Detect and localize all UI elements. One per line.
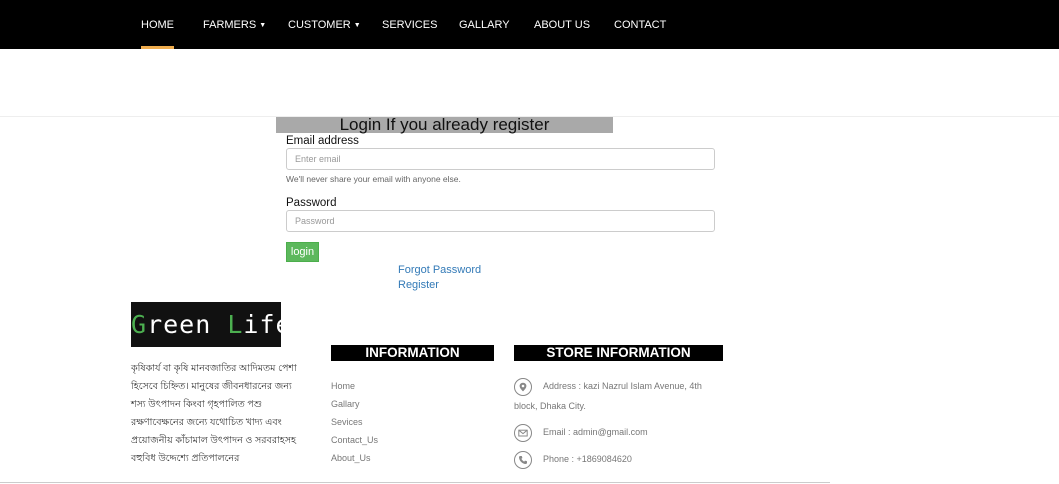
phone-icon [514,451,532,469]
brand-text-ife: ife [243,310,292,339]
password-field[interactable] [286,210,715,232]
nav-customer-label: CUSTOMER [288,19,351,31]
nav-about-us[interactable]: ABOUT US [534,0,590,49]
nav-contact-label: CONTACT [614,19,667,31]
email-help-text: We'll never share your email with anyone… [286,174,461,184]
nav-gallary-label: GALLARY [459,19,510,31]
footer-link-services[interactable]: Sevices [331,413,378,431]
store-information-heading: STORE INFORMATION [514,345,723,361]
brand-letter-l: L [227,310,244,339]
map-pin-icon [514,378,532,396]
nav-home[interactable]: HOME [141,0,174,49]
register-link[interactable]: Register [398,279,439,291]
store-email-text: Email : admin@gmail.com [543,427,648,437]
top-navbar: HOME FARMERS ▼ CUSTOMER ▼ SERVICES GALLARY… [0,0,1059,49]
nav-customer-dropdown[interactable]: CUSTOMER ▼ [288,0,361,49]
login-button[interactable]: login [286,242,319,262]
footer-link-home[interactable]: Home [331,377,378,395]
login-heading: Login If you already register [276,116,613,133]
store-phone-text: Phone : +1869084620 [543,454,632,464]
footer-link-contact-us[interactable]: Contact_Us [331,431,378,449]
footer-link-about-us[interactable]: About_Us [331,449,378,467]
brand-logo: Green Life [131,302,291,347]
information-heading: INFORMATION [331,345,494,361]
nav-services-label: SERVICES [382,19,438,31]
forgot-password-link[interactable]: Forgot Password [398,264,481,276]
nav-contact[interactable]: CONTACT [614,0,666,49]
password-label: Password [286,197,337,209]
bottom-divider [0,482,830,483]
email-field[interactable] [286,148,715,170]
nav-about-us-label: ABOUT US [534,19,591,31]
email-label: Email address [286,135,359,147]
nav-farmers-label: FARMERS [203,19,257,31]
nav-services[interactable]: SERVICES [382,0,437,49]
brand-letter-g: G [131,310,148,339]
about-text: কৃষিকার্য বা কৃষি মানবজাতির আদিমতম পেশা … [131,363,297,464]
store-address-line2: block, Dhaka City. [514,401,586,411]
envelope-icon [514,424,532,442]
caret-down-icon: ▼ [259,22,267,29]
nav-farmers-dropdown[interactable]: FARMERS ▼ [203,0,266,49]
nav-home-label: HOME [141,19,174,31]
footer-link-gallary[interactable]: Gallary [331,395,378,413]
nav-gallary[interactable]: GALLARY [459,0,510,49]
caret-down-icon: ▼ [353,22,361,29]
store-address-line1: Address : kazi Nazrul Islam Avenue, 4th [543,381,702,391]
brand-text-reen: reen [147,310,228,339]
information-links: Home Gallary Sevices Contact_Us About_Us [331,377,378,467]
